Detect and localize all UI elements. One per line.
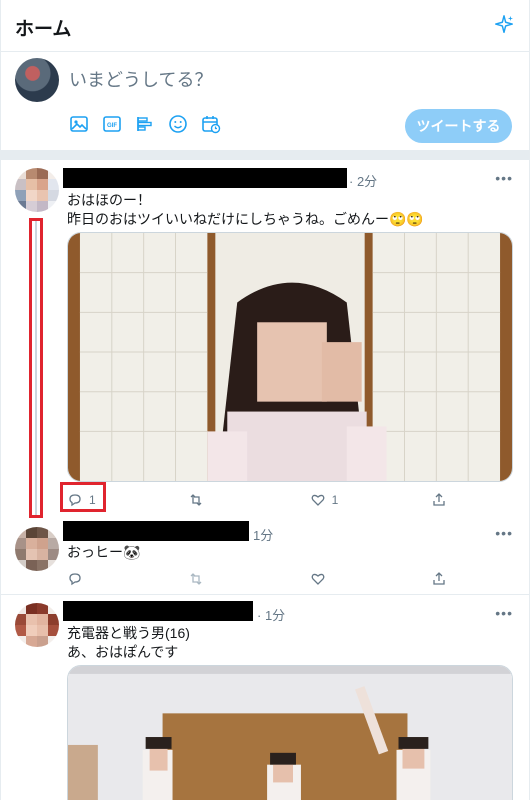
tweet-text-line: おはほのー！ bbox=[67, 192, 151, 208]
tweet[interactable]: · 1分 ••• 充電器と戦う男(16) あ、おはぽんです bbox=[0, 595, 530, 800]
tweet-actions: 1 1 bbox=[67, 490, 447, 510]
sparkle-icon[interactable] bbox=[493, 14, 515, 36]
user-name-redacted[interactable] bbox=[63, 521, 249, 541]
reply-icon bbox=[69, 573, 81, 586]
retweet-button[interactable] bbox=[188, 490, 248, 510]
share-icon bbox=[433, 572, 445, 585]
tweet-text-line: あ、おはぽんです bbox=[67, 644, 179, 660]
compose-toolbar: GIF bbox=[67, 112, 223, 136]
like-button[interactable] bbox=[310, 569, 370, 589]
tweet-text: 充電器と戦う男(16) あ、おはぽんです bbox=[67, 624, 190, 662]
tweet-media-image[interactable] bbox=[67, 232, 513, 482]
retweet-button[interactable] bbox=[188, 569, 248, 589]
tweet-media-image[interactable] bbox=[67, 665, 513, 800]
retweet-icon bbox=[190, 494, 202, 506]
page-title: ホーム bbox=[15, 19, 72, 40]
poll-icon[interactable] bbox=[133, 112, 157, 136]
thread-connector-highlight bbox=[29, 218, 43, 518]
compose-box: いまどうしてる？ GIF ツイートする bbox=[0, 52, 530, 150]
tweet-time[interactable]: · 1分 bbox=[257, 605, 285, 624]
tweet[interactable]: · 2分 ••• おはほのー！ 昨日のおはツイいいねだけにしちゃうね。ごめんー🙄… bbox=[0, 160, 530, 515]
user-name-redacted[interactable] bbox=[63, 168, 347, 188]
more-options-icon[interactable]: ••• bbox=[495, 525, 513, 541]
avatar[interactable] bbox=[15, 527, 59, 571]
emoji-icon[interactable] bbox=[166, 112, 190, 136]
tweet-time[interactable]: 1分 bbox=[253, 525, 273, 544]
more-options-icon[interactable]: ••• bbox=[495, 605, 513, 621]
share-button[interactable] bbox=[431, 490, 447, 510]
tweet-text-line: おっヒー🐼 bbox=[67, 544, 141, 560]
tweet-text: おっヒー🐼 bbox=[67, 543, 140, 562]
gif-icon[interactable]: GIF bbox=[100, 112, 124, 136]
reply-count-highlight bbox=[60, 482, 106, 512]
tweet-time[interactable]: · 2分 bbox=[349, 171, 377, 190]
user-name-redacted[interactable] bbox=[63, 601, 253, 621]
tweet-text-line: 充電器と戦う男(16) bbox=[67, 625, 190, 641]
image-icon[interactable] bbox=[67, 112, 91, 136]
tweet-text-line: 昨日のおはツイいいねだけにしちゃうね。ごめんー🙄🙄 bbox=[67, 211, 424, 227]
tweet-button[interactable]: ツイートする bbox=[405, 109, 512, 143]
section-divider bbox=[0, 150, 530, 160]
heart-icon bbox=[311, 494, 325, 506]
retweet-icon bbox=[190, 573, 202, 585]
share-icon bbox=[433, 493, 445, 506]
more-options-icon[interactable]: ••• bbox=[495, 170, 513, 186]
tweet-text: おはほのー！ 昨日のおはツイいいねだけにしちゃうね。ごめんー🙄🙄 bbox=[67, 191, 424, 229]
like-count: 1 bbox=[331, 493, 339, 507]
avatar[interactable] bbox=[15, 58, 59, 102]
reply-button[interactable] bbox=[67, 569, 127, 589]
avatar[interactable] bbox=[15, 168, 59, 212]
tweet-actions bbox=[67, 569, 447, 589]
share-button[interactable] bbox=[431, 569, 447, 589]
tweet[interactable]: 1分 ••• おっヒー🐼 bbox=[0, 515, 530, 595]
like-button[interactable]: 1 bbox=[310, 490, 370, 510]
heart-icon bbox=[311, 573, 325, 585]
avatar[interactable] bbox=[15, 603, 59, 647]
svg-text:GIF: GIF bbox=[107, 123, 117, 129]
compose-input[interactable]: いまどうしてる？ bbox=[69, 66, 212, 92]
schedule-icon[interactable] bbox=[199, 112, 223, 136]
timeline-header: ホーム bbox=[0, 0, 530, 52]
